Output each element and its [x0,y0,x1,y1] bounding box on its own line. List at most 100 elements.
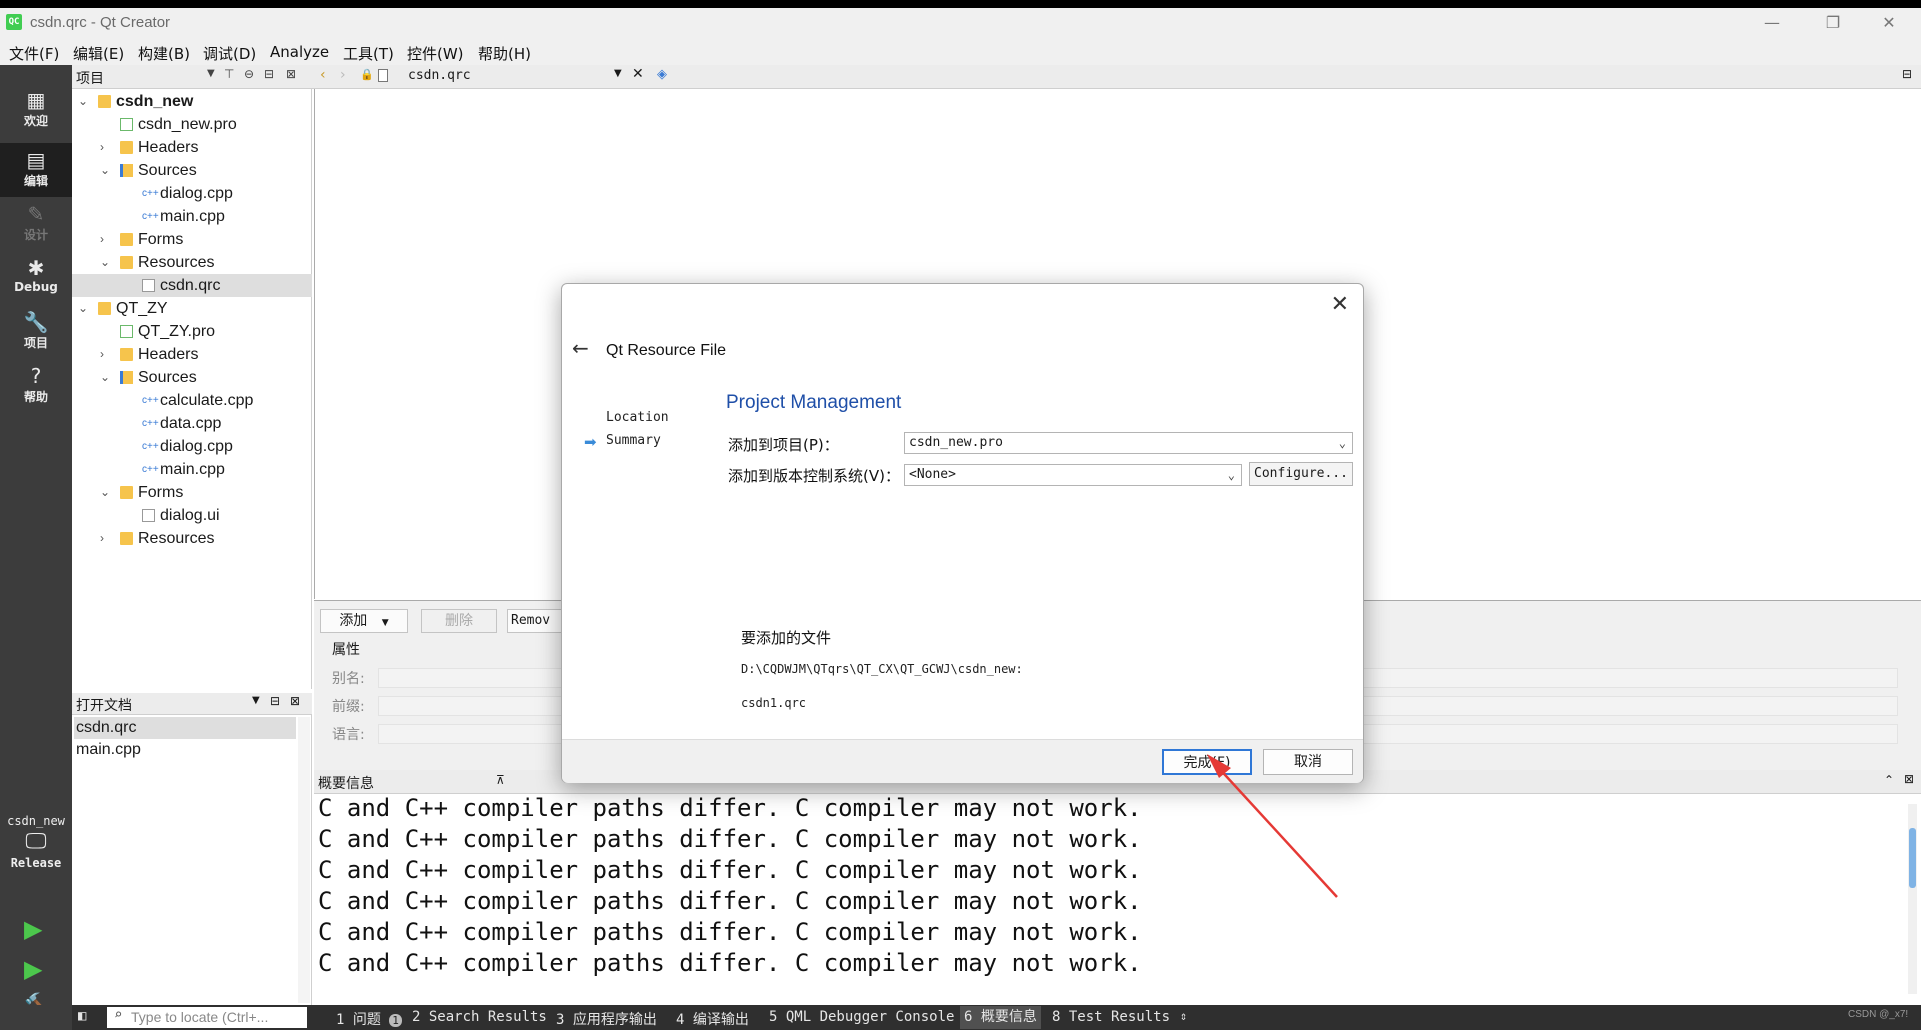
chevron-down-icon[interactable]: ⌄ [100,251,112,274]
tree-item[interactable]: ⌄ Sources [72,159,312,182]
debug-run-icon[interactable]: ▶ [24,955,42,983]
file-icon [142,509,155,522]
mode-design[interactable]: ✎ 设计 [0,197,72,251]
scrollbar[interactable] [1908,804,1917,994]
forward-arrow-icon[interactable]: › [340,67,346,83]
menu-edit[interactable]: 编辑(E) [73,43,124,64]
tree-item[interactable]: dialog.ui [72,504,312,527]
tab-search-results[interactable]: 2 Search Results [412,1009,547,1025]
chevron-down-icon[interactable]: ⌄ [100,366,112,389]
filter-icon[interactable]: ⊤ [224,67,234,81]
menu-help[interactable]: 帮助(H) [478,43,531,64]
locator-input[interactable]: Type to locate (Ctrl+... [107,1007,307,1028]
chevron-down-icon[interactable]: ⌄ [78,90,90,113]
chevron-down-icon[interactable]: ⌄ [100,159,112,182]
back-arrow-icon[interactable]: ← [572,336,589,360]
tree-item[interactable]: › Headers [72,136,312,159]
tree-item[interactable]: ⌄ csdn_new [72,90,312,113]
tree-item[interactable]: › Forms [72,228,312,251]
tree-item[interactable]: c++ calculate.cpp [72,389,312,412]
link-icon[interactable]: ⊖ [244,67,254,81]
tab-test-results[interactable]: 8 Test Results [1052,1009,1170,1025]
chevron-down-icon[interactable]: ▼ [614,68,622,79]
mode-projects[interactable]: 🔧 项目 [0,305,72,359]
split-icon[interactable]: ⊟ [264,67,274,81]
run-icon[interactable]: ▶ [24,915,42,943]
mode-welcome[interactable]: ▦ 欢迎 [0,83,72,137]
tree-item[interactable]: c++ data.cpp [72,412,312,435]
close-pane-icon[interactable]: ⊠ [286,67,296,81]
delete-button[interactable]: 删除 [421,609,497,633]
tab-qml-debugger-console[interactable]: 5 QML Debugger Console [769,1009,954,1025]
chevron-right-icon[interactable]: › [100,343,112,366]
menu-file[interactable]: 文件(F) [9,43,59,64]
close-file-icon[interactable]: ✕ [632,66,644,82]
tree-item[interactable]: › Headers [72,343,312,366]
help-icon: ? [30,364,42,388]
split-icon[interactable]: ⊟ [270,694,280,708]
menu-tools[interactable]: 工具(T) [343,43,394,64]
tree-item[interactable]: ⌄ QT_ZY [72,297,312,320]
tab-issues[interactable]: 1 问题 1 [336,1009,402,1029]
chevron-down-icon[interactable]: ⌄ [100,481,112,504]
tree-item[interactable]: ⌄ Forms [72,481,312,504]
menu-debug[interactable]: 调试(D) [203,43,256,64]
finish-button[interactable]: 完成(F) [1162,749,1252,775]
open-document-item[interactable]: main.cpp [74,739,296,761]
cancel-button[interactable]: 取消 [1263,749,1353,775]
add-button[interactable]: 添加 ▼ [320,609,408,633]
tree-item-label: Sources [138,162,197,179]
tree-item[interactable]: c++ dialog.cpp [72,182,312,205]
chevron-right-icon[interactable]: › [100,136,112,159]
add-to-project-combo[interactable]: csdn_new.pro ⌄ [904,432,1353,454]
open-document-item[interactable]: csdn.qrc [74,717,296,739]
maximize-button[interactable]: ❐ [1810,10,1856,36]
tree-item[interactable]: csdn_new.pro [72,113,312,136]
scrollbar-thumb[interactable] [1909,828,1916,888]
vcs-combo[interactable]: <None> ⌄ [904,464,1242,486]
tab-compile-output[interactable]: 4 编译输出 [676,1009,749,1029]
file-icon [378,69,388,82]
close-pane-icon[interactable]: ⊠ [1904,772,1914,786]
chevron-right-icon[interactable]: › [100,228,112,251]
tree-item[interactable]: ⌄ Resources [72,251,312,274]
toggle-sidebar-icon[interactable]: ◧ [78,1008,86,1024]
tree-item[interactable]: c++ dialog.cpp [72,435,312,458]
bookmark-icon[interactable]: ◈ [657,67,667,82]
chevron-down-icon[interactable]: ▼ [207,68,215,79]
split-icon[interactable]: ⊟ [1902,67,1912,81]
mode-edit[interactable]: ▤ 编辑 [0,143,72,197]
tree-item[interactable]: ⌄ Sources [72,366,312,389]
scrollbar[interactable] [298,717,310,1003]
mode-debug[interactable]: ✱ Debug [0,251,72,305]
tree-item[interactable]: › Resources [72,527,312,550]
folder-icon [120,348,133,361]
chevron-down-icon[interactable]: ▼ [252,695,260,706]
maximize-pane-icon[interactable]: ⌃ [1884,773,1894,787]
menu-analyze[interactable]: Analyze [270,43,329,61]
tree-item[interactable]: csdn.qrc [72,274,312,297]
menu-widgets[interactable]: 控件(W) [407,43,464,64]
minimize-button[interactable]: — [1749,10,1795,36]
tree-item[interactable]: QT_ZY.pro [72,320,312,343]
tab-general-messages[interactable]: 6 概要信息 [960,1006,1041,1029]
back-arrow-icon[interactable]: ‹ [320,67,326,83]
close-icon[interactable]: ✕ [1331,292,1349,317]
tab-application-output[interactable]: 3 应用程序输出 [556,1009,657,1029]
kit-selector[interactable]: csdn_new 🖵 Release [0,814,72,870]
configure-button[interactable]: Configure... [1249,462,1353,486]
tree-item[interactable]: c++ main.cpp [72,205,312,228]
current-file-tab[interactable]: csdn.qrc [408,68,471,83]
close-window-button[interactable]: ✕ [1866,10,1912,36]
filter-icon[interactable]: ⊼ [496,773,505,787]
close-pane-icon[interactable]: ⊠ [290,694,300,708]
tree-item[interactable]: c++ main.cpp [72,458,312,481]
mode-help[interactable]: ? 帮助 [0,359,72,413]
chevron-right-icon[interactable]: › [100,527,112,550]
remove-button[interactable]: Remov [507,609,567,633]
menu-build[interactable]: 构建(B) [138,43,190,64]
projects-view-selector[interactable]: 项目 [76,68,104,88]
tree-item-label: dialog.ui [160,507,220,524]
chevron-down-icon[interactable]: ⌄ [78,297,90,320]
updown-icon[interactable]: ⇕ [1180,1009,1187,1023]
